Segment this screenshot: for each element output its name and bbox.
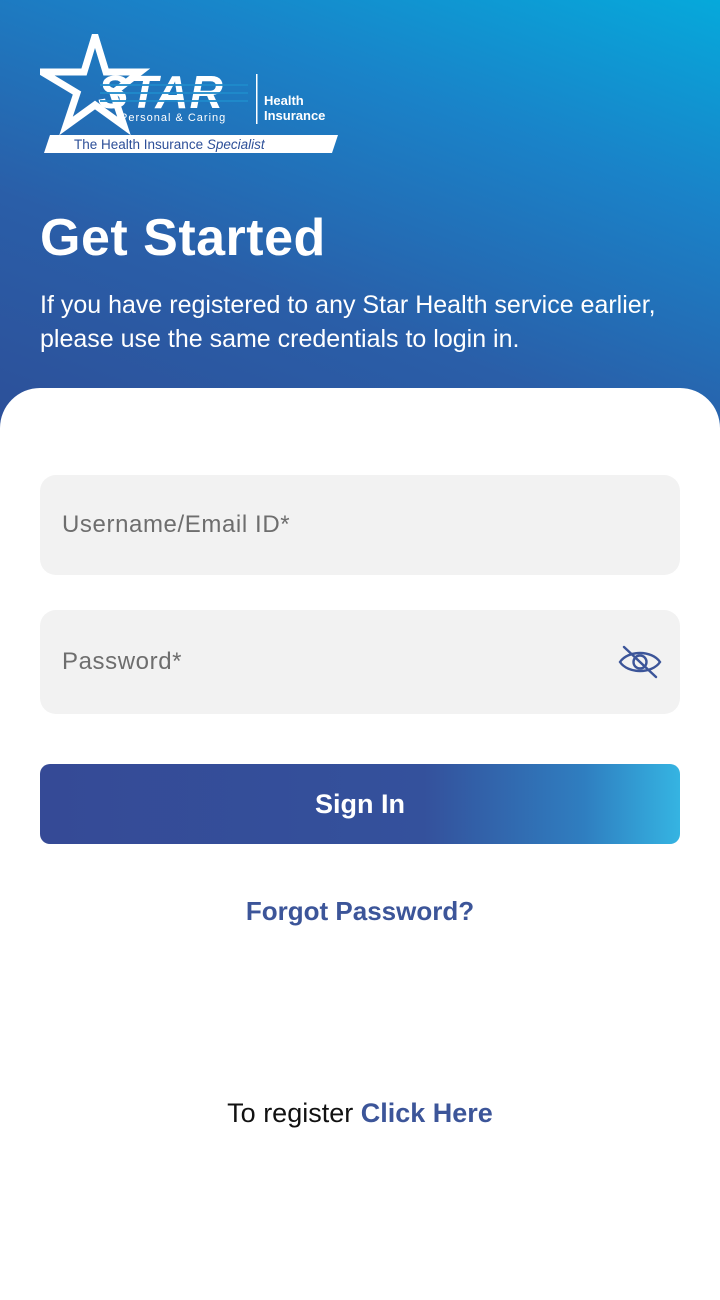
eye-off-icon[interactable]: [616, 644, 664, 680]
register-link[interactable]: Click Here: [361, 1098, 493, 1128]
star-health-logo: STAR Personal & Caring Health Insurance …: [40, 34, 340, 156]
page-title: Get Started: [40, 209, 326, 267]
brand-product-line2: Insurance: [264, 108, 325, 123]
brand-tagline: Personal & Caring: [120, 112, 226, 124]
sign-in-button[interactable]: Sign In: [40, 764, 680, 844]
register-prompt: To register Click Here: [0, 1098, 720, 1129]
brand-product-line1: Health: [264, 93, 304, 108]
register-prefix: To register: [227, 1098, 354, 1128]
username-input[interactable]: [62, 475, 602, 575]
brand-banner: The Health Insurance Specialist: [74, 137, 266, 152]
header-banner: STAR Personal & Caring Health Insurance …: [0, 0, 720, 440]
password-field[interactable]: [40, 610, 680, 714]
page-subtitle: If you have registered to any Star Healt…: [40, 291, 656, 353]
forgot-password-link[interactable]: Forgot Password?: [0, 896, 720, 927]
username-field[interactable]: [40, 475, 680, 575]
login-screen: STAR Personal & Caring Health Insurance …: [0, 0, 720, 1300]
password-input[interactable]: [62, 610, 602, 714]
